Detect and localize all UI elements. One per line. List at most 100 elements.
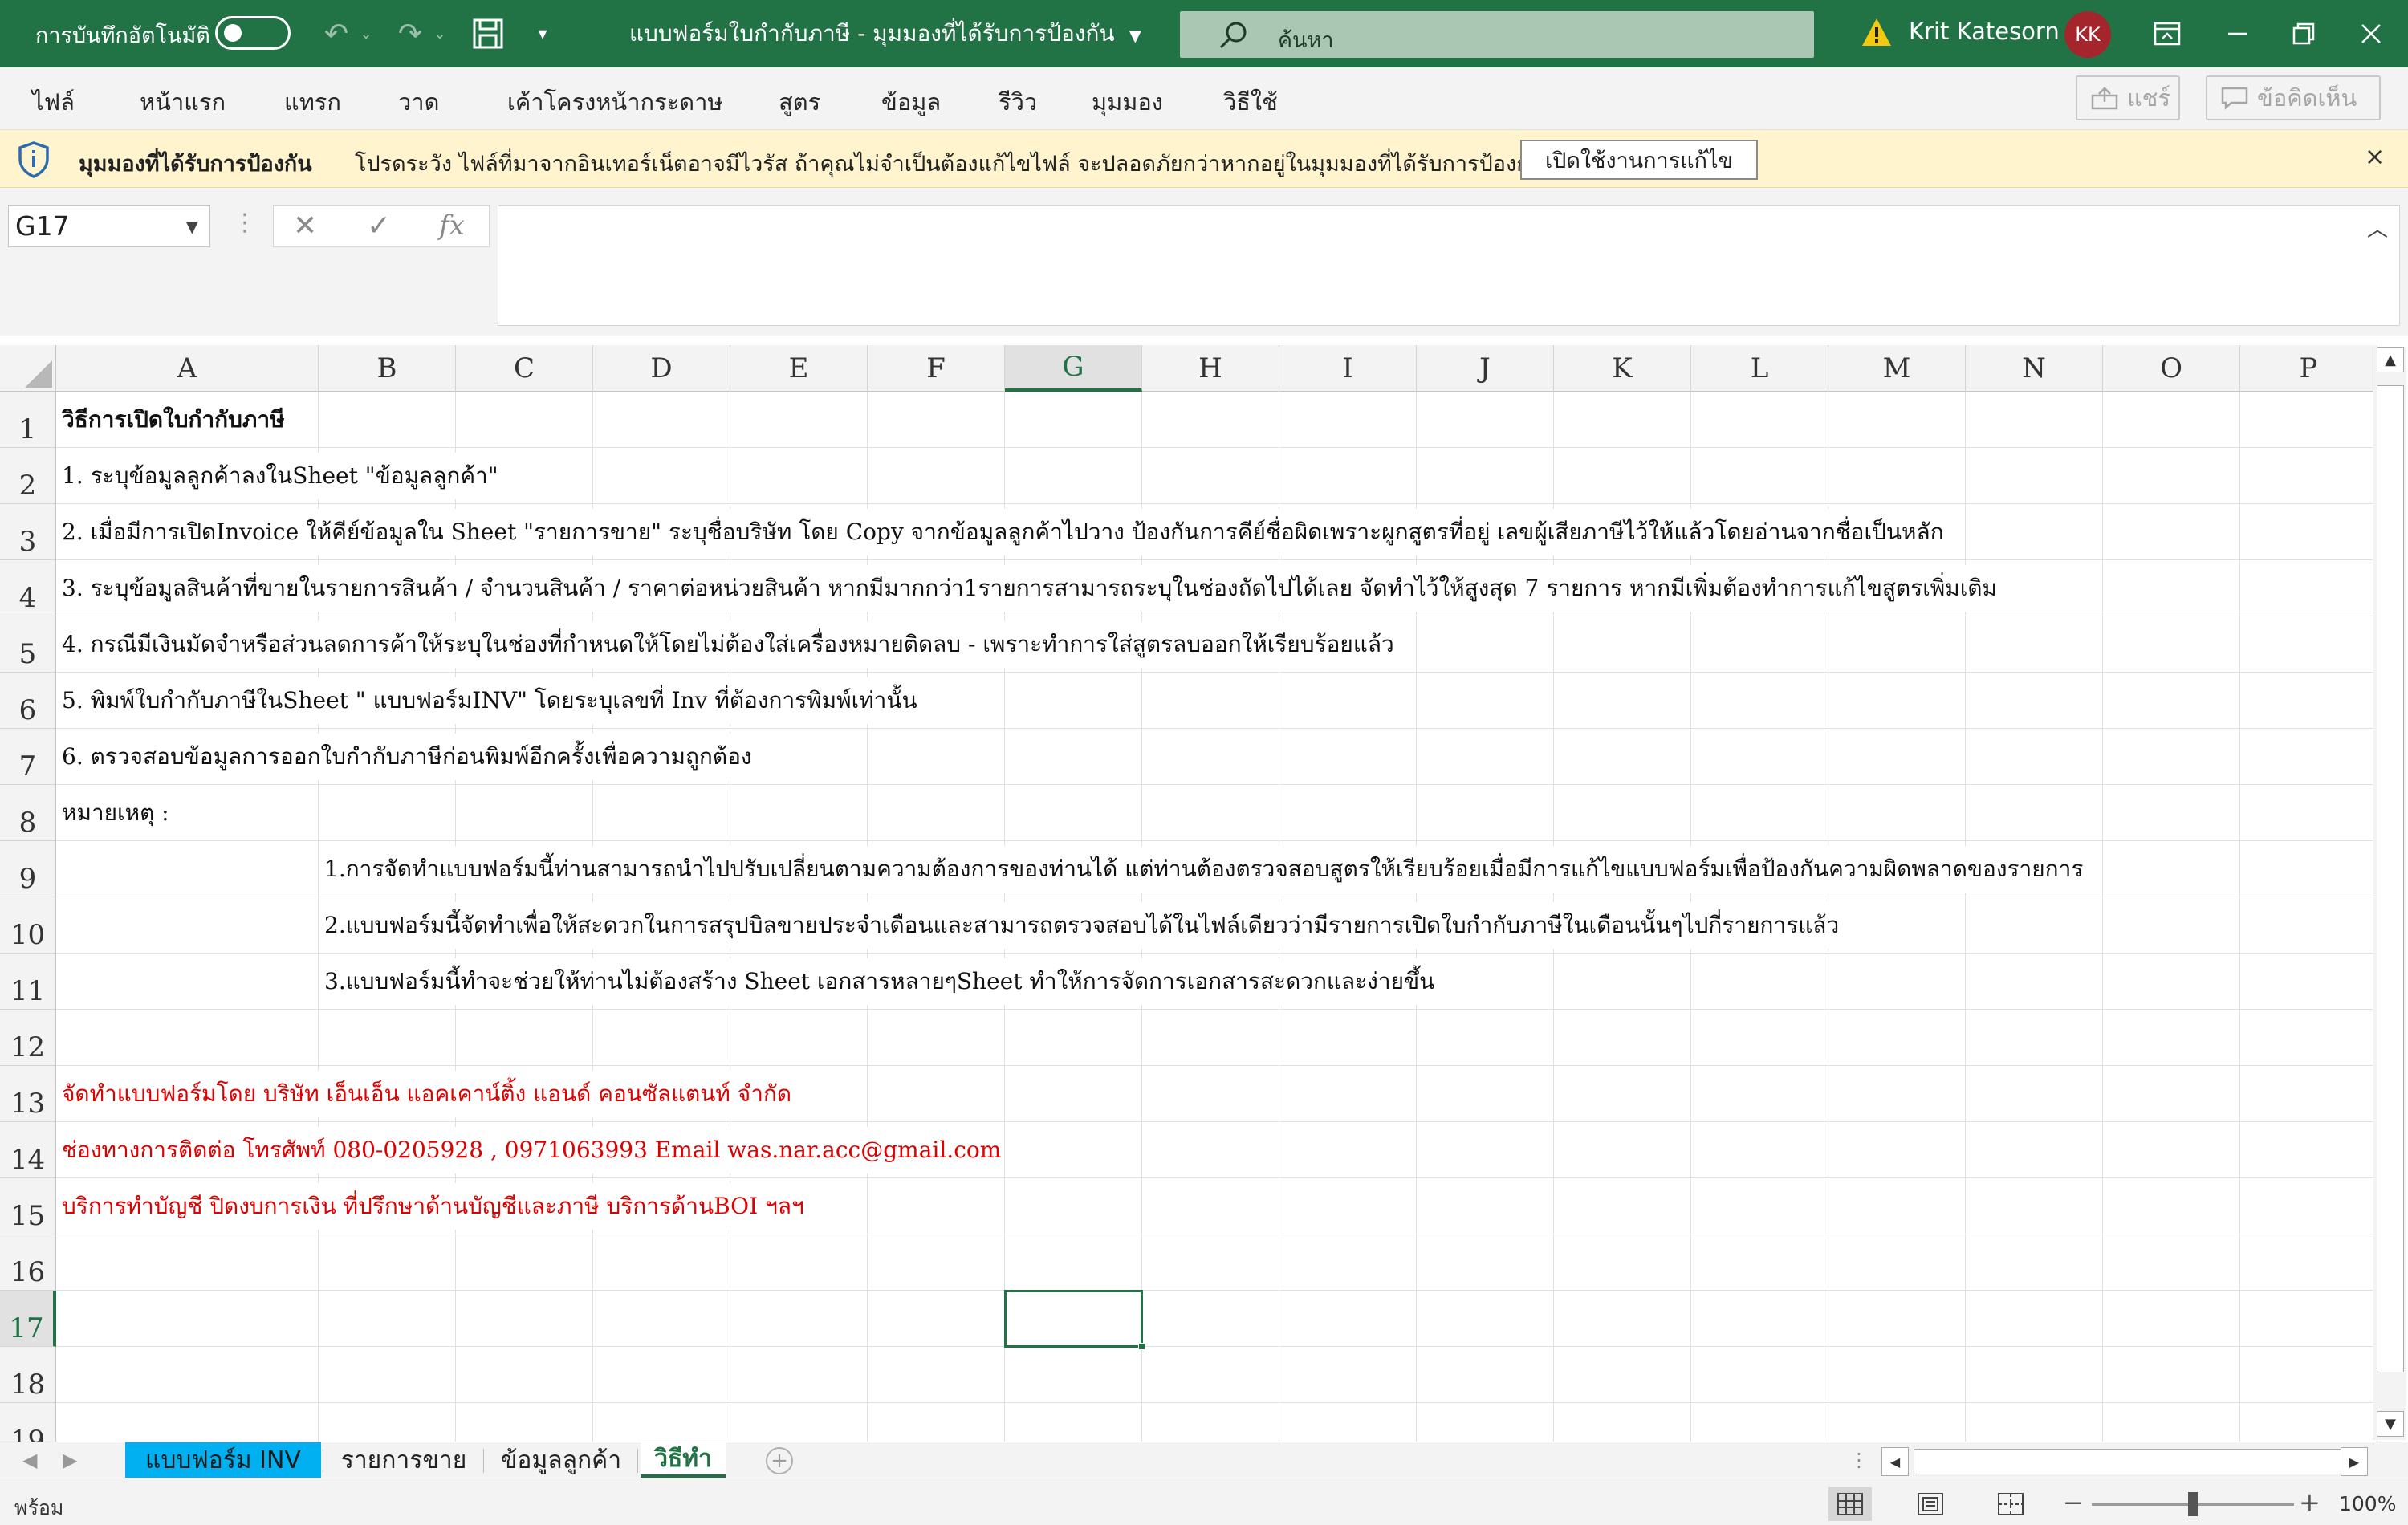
cell-A1[interactable]: วิธีการเปิดใบกำกับภาษี bbox=[57, 396, 285, 443]
cell-A5[interactable]: 4. กรณีมีเงินมัดจำหรือส่วนลดการค้าให้ระบ… bbox=[57, 621, 1394, 668]
redo-dropdown-icon[interactable]: ⌄ bbox=[430, 13, 449, 55]
column-header-d[interactable]: D bbox=[593, 345, 730, 392]
scroll-right-icon[interactable]: ▶ bbox=[2341, 1447, 2368, 1476]
cell-A13[interactable]: จัดทำแบบฟอร์มโดย บริษัท เอ็นเอ็น แอคเคาน… bbox=[57, 1071, 792, 1117]
row-header-12[interactable]: 12 bbox=[0, 1010, 56, 1066]
sheet-tab-sales[interactable]: รายการขาย bbox=[326, 1442, 482, 1478]
column-header-f[interactable]: F bbox=[868, 345, 1005, 392]
tab-insert[interactable]: แทรก bbox=[284, 83, 341, 120]
drag-handle-icon[interactable]: ⋮ bbox=[233, 209, 257, 237]
column-header-m[interactable]: M bbox=[1828, 345, 1966, 392]
horizontal-scrollbar[interactable]: ◀ ▶ bbox=[1881, 1447, 2368, 1476]
row-header-3[interactable]: 3 bbox=[0, 504, 56, 560]
cell-B9[interactable]: 1.การจัดทำแบบฟอร์มนี้ท่านสามารถนำไปปรับเ… bbox=[319, 846, 2084, 893]
row-header-14[interactable]: 14 bbox=[0, 1122, 56, 1178]
tab-splitter-icon[interactable]: ⋮ bbox=[1849, 1449, 1869, 1471]
row-header-9[interactable]: 9 bbox=[0, 841, 56, 897]
column-header-n[interactable]: N bbox=[1966, 345, 2103, 392]
fill-handle[interactable] bbox=[1138, 1343, 1145, 1350]
row-header-19[interactable]: 19 bbox=[0, 1403, 56, 1442]
cell-A3[interactable]: 2. เมื่อมีการเปิดInvoice ให้คีย์ข้อมูลใน… bbox=[57, 509, 1944, 555]
cell-A7[interactable]: 6. ตรวจสอบข้อมูลการออกใบกำกับภาษีก่อนพิม… bbox=[57, 734, 752, 780]
tab-view[interactable]: มุมมอง bbox=[1092, 83, 1163, 120]
close-icon[interactable]: × bbox=[2365, 143, 2385, 171]
customize-quick-access-icon[interactable]: ▾ bbox=[527, 13, 559, 55]
cell-A14[interactable]: ช่องทางการติดต่อ โทรศัพท์ 080-0205928 , … bbox=[57, 1127, 1002, 1173]
tab-file[interactable]: ไฟล์ bbox=[32, 83, 75, 120]
undo-icon[interactable]: ↶ bbox=[316, 13, 356, 55]
avatar[interactable]: KK bbox=[2064, 11, 2111, 58]
redo-icon[interactable]: ↷ bbox=[390, 13, 430, 55]
close-window-icon[interactable] bbox=[2349, 11, 2394, 56]
vertical-scroll-thumb[interactable] bbox=[2377, 385, 2404, 1372]
column-header-j[interactable]: J bbox=[1417, 345, 1554, 392]
ribbon-display-options-icon[interactable] bbox=[2145, 11, 2190, 56]
row-header-13[interactable]: 13 bbox=[0, 1066, 56, 1122]
confirm-entry-icon[interactable]: ✓ bbox=[367, 209, 391, 242]
row-header-4[interactable]: 4 bbox=[0, 560, 56, 616]
restore-icon[interactable] bbox=[2281, 11, 2326, 56]
minimize-icon[interactable] bbox=[2215, 11, 2260, 56]
page-break-view-button[interactable] bbox=[1989, 1487, 2032, 1521]
row-header-2[interactable]: 2 bbox=[0, 448, 56, 504]
scroll-left-icon[interactable]: ◀ bbox=[1881, 1447, 1909, 1476]
zoom-out-icon[interactable]: − bbox=[2063, 1489, 2083, 1517]
column-header-a[interactable]: A bbox=[56, 345, 319, 392]
zoom-in-icon[interactable]: + bbox=[2299, 1487, 2321, 1518]
row-header-5[interactable]: 5 bbox=[0, 616, 56, 673]
cell-B11[interactable]: 3.แบบฟอร์มนี้ทำจะช่วยให้ท่านไม่ต้องสร้าง… bbox=[319, 958, 1435, 1005]
warning-icon[interactable] bbox=[1861, 16, 1893, 48]
tab-formulas[interactable]: สูตร bbox=[779, 83, 820, 120]
column-header-o[interactable]: O bbox=[2103, 345, 2240, 392]
column-header-e[interactable]: E bbox=[730, 345, 868, 392]
next-sheet-icon[interactable]: ▶ bbox=[63, 1449, 77, 1471]
vertical-scrollbar[interactable]: ▲ ▼ bbox=[2373, 347, 2406, 1440]
comments-button[interactable]: ข้อคิดเห็น bbox=[2206, 75, 2381, 120]
scroll-down-icon[interactable]: ▼ bbox=[2377, 1411, 2404, 1437]
column-header-p[interactable]: P bbox=[2240, 345, 2377, 392]
enable-editing-button[interactable]: เปิดใช้งานการแก้ไข bbox=[1520, 140, 1758, 180]
collapse-formula-bar-icon[interactable]: ︿ bbox=[2367, 213, 2388, 242]
add-sheet-icon[interactable]: + bbox=[766, 1447, 793, 1474]
column-header-h[interactable]: H bbox=[1142, 345, 1279, 392]
select-all-corner[interactable] bbox=[0, 345, 56, 392]
row-header-7[interactable]: 7 bbox=[0, 729, 56, 785]
share-button[interactable]: แชร์ bbox=[2076, 75, 2180, 120]
row-header-1[interactable]: 1 bbox=[0, 392, 56, 448]
page-layout-view-button[interactable] bbox=[1909, 1487, 1952, 1521]
name-box[interactable]: G17 ▼ bbox=[8, 205, 210, 247]
cell-B10[interactable]: 2.แบบฟอร์มนี้จัดทำเพื่อให้สะดวกในการสรุป… bbox=[319, 902, 1840, 949]
row-header-17[interactable]: 17 bbox=[0, 1291, 56, 1347]
tab-data[interactable]: ข้อมูล bbox=[881, 83, 941, 120]
user-name[interactable]: Krit Katesorn bbox=[1909, 18, 2060, 45]
row-header-16[interactable]: 16 bbox=[0, 1234, 56, 1291]
cell-A2[interactable]: 1. ระบุข้อมูลลูกค้าลงในSheet "ข้อมูลลูกค… bbox=[57, 453, 498, 499]
cell-A6[interactable]: 5. พิมพ์ใบกำกับภาษีในSheet " แบบฟอร์มINV… bbox=[57, 677, 917, 724]
row-header-8[interactable]: 8 bbox=[0, 785, 56, 841]
name-box-dropdown-icon[interactable]: ▼ bbox=[186, 206, 198, 246]
normal-view-button[interactable] bbox=[1828, 1487, 1872, 1521]
tab-draw[interactable]: วาด bbox=[398, 83, 439, 120]
column-header-i[interactable]: I bbox=[1279, 345, 1417, 392]
row-header-11[interactable]: 11 bbox=[0, 954, 56, 1010]
column-header-k[interactable]: K bbox=[1554, 345, 1691, 392]
row-header-15[interactable]: 15 bbox=[0, 1178, 56, 1234]
row-header-6[interactable]: 6 bbox=[0, 673, 56, 729]
sheet-tab-customers[interactable]: ข้อมูลลูกค้า bbox=[486, 1442, 636, 1478]
tab-help[interactable]: วิธีใช้ bbox=[1223, 83, 1278, 120]
zoom-slider-thumb[interactable] bbox=[2188, 1492, 2198, 1516]
cell-A15[interactable]: บริการทำบัญชี ปิดงบการเงิน ที่ปรึกษาด้าน… bbox=[57, 1183, 804, 1230]
row-header-10[interactable]: 10 bbox=[0, 897, 56, 954]
sheet-tab-invoice-form[interactable]: แบบฟอร์ม INV bbox=[125, 1442, 321, 1478]
tab-page-layout[interactable]: เค้าโครงหน้ากระดาษ bbox=[507, 83, 722, 120]
column-header-b[interactable]: B bbox=[319, 345, 456, 392]
worksheet-grid[interactable]: ABCDEFGHIJKLMNOP 1 2 3 4 5 6 7 8 9 10 11 12 13 14 15 16… bbox=[0, 336, 2408, 1442]
save-icon[interactable] bbox=[466, 13, 510, 55]
tab-home[interactable]: หน้าแรก bbox=[140, 83, 226, 120]
active-cell-selection[interactable] bbox=[1004, 1290, 1145, 1350]
cancel-entry-icon[interactable]: ✕ bbox=[293, 209, 317, 242]
horizontal-scroll-thumb[interactable] bbox=[1914, 1449, 2350, 1474]
autosave-toggle[interactable] bbox=[215, 16, 291, 50]
sheet-tab-instructions[interactable]: วิธีทำ bbox=[641, 1442, 726, 1478]
prev-sheet-icon[interactable]: ◀ bbox=[22, 1449, 37, 1471]
